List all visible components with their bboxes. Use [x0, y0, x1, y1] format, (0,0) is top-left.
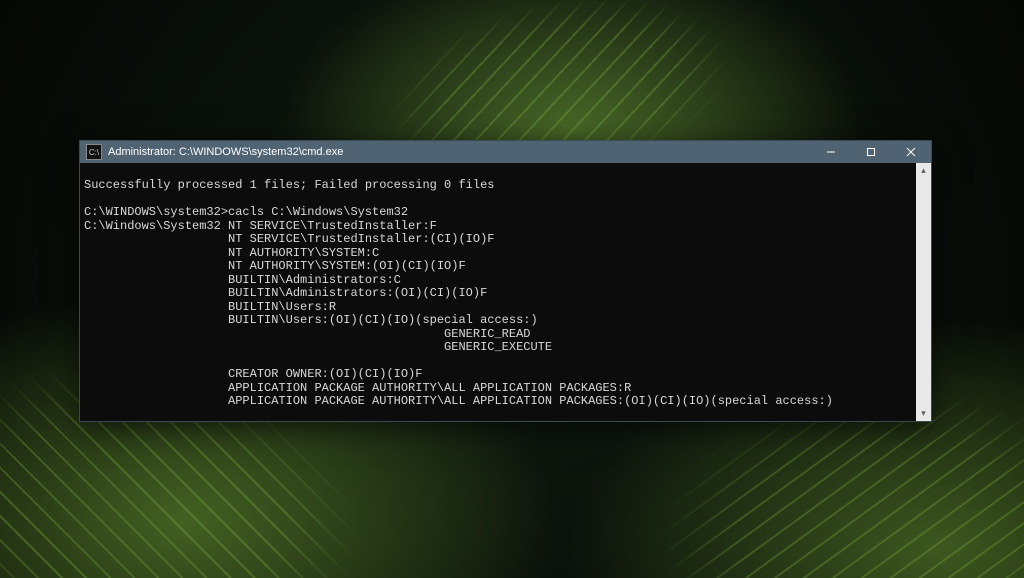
- maximize-button[interactable]: [851, 141, 891, 163]
- chevron-up-icon: ▴: [921, 166, 926, 176]
- cmd-icon: C:\: [86, 144, 102, 160]
- scroll-down-button[interactable]: ▾: [916, 406, 931, 421]
- scrollbar-track[interactable]: [916, 178, 931, 406]
- cmd-window: C:\ Administrator: C:\WINDOWS\system32\c…: [79, 140, 932, 422]
- chevron-down-icon: ▾: [921, 409, 926, 419]
- minimize-icon: [826, 147, 836, 157]
- window-title: Administrator: C:\WINDOWS\system32\cmd.e…: [108, 146, 343, 158]
- titlebar[interactable]: C:\ Administrator: C:\WINDOWS\system32\c…: [80, 141, 931, 163]
- vertical-scrollbar[interactable]: ▴ ▾: [916, 163, 931, 421]
- terminal-output[interactable]: Successfully processed 1 files; Failed p…: [80, 175, 916, 409]
- minimize-button[interactable]: [811, 141, 851, 163]
- maximize-icon: [866, 147, 876, 157]
- close-icon: [906, 147, 916, 157]
- close-button[interactable]: [891, 141, 931, 163]
- window-client-area: Successfully processed 1 files; Failed p…: [80, 163, 931, 421]
- desktop-wallpaper: C:\ Administrator: C:\WINDOWS\system32\c…: [0, 0, 1024, 578]
- scroll-up-button[interactable]: ▴: [916, 163, 931, 178]
